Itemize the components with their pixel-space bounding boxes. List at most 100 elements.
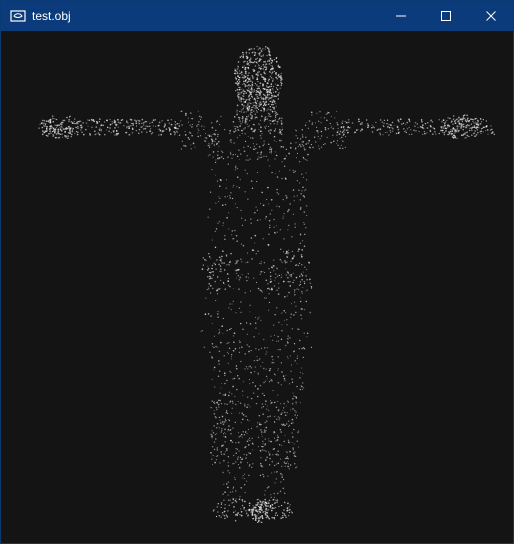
point-cloud-dot (298, 160, 301, 163)
point-cloud-dot (270, 440, 272, 443)
point-cloud-dot (220, 387, 222, 389)
point-cloud-dot (257, 372, 259, 374)
point-cloud-dot (194, 146, 196, 148)
point-cloud-model (38, 45, 496, 524)
point-cloud-dot (337, 144, 339, 146)
point-cloud-dot (197, 132, 199, 134)
point-cloud-dot (244, 484, 246, 486)
3d-viewport[interactable] (1, 31, 513, 543)
point-cloud-dot (245, 55, 248, 58)
point-cloud-dot (299, 208, 302, 210)
point-cloud-dot (244, 122, 246, 124)
point-cloud-dot (462, 114, 465, 117)
point-cloud-dot (71, 130, 74, 133)
point-cloud-dot (267, 475, 269, 478)
point-cloud-dot (264, 94, 267, 97)
point-cloud-dot (216, 432, 218, 434)
point-cloud-dot (88, 119, 91, 121)
point-cloud-dot (237, 71, 239, 73)
point-cloud-dot (268, 113, 271, 116)
point-cloud-dot (218, 370, 221, 372)
point-cloud-dot (287, 502, 289, 505)
point-cloud-dot (298, 248, 300, 251)
minimize-button[interactable] (378, 1, 423, 31)
point-cloud-dot (452, 123, 454, 125)
point-cloud-dot (262, 107, 265, 109)
point-cloud-dot (281, 512, 284, 514)
point-cloud-dot (288, 252, 290, 254)
point-cloud-dot (249, 120, 251, 122)
point-cloud-dot (78, 120, 81, 123)
point-cloud-dot (256, 209, 259, 211)
point-cloud-dot (267, 502, 270, 505)
point-cloud-dot (244, 219, 247, 221)
point-cloud-dot (258, 108, 260, 110)
point-cloud-dot (269, 506, 271, 509)
point-cloud-dot (269, 123, 272, 125)
point-cloud-dot (220, 451, 222, 453)
point-cloud-dot (248, 52, 250, 54)
point-cloud-dot (287, 229, 289, 231)
point-cloud-dot (235, 501, 238, 503)
point-cloud-dot (309, 282, 311, 284)
point-cloud-dot (243, 434, 246, 436)
point-cloud-dot (246, 406, 248, 409)
point-cloud-dot (406, 121, 408, 124)
point-cloud-dot (230, 356, 233, 358)
point-cloud-dot (276, 514, 279, 517)
point-cloud-dot (247, 368, 249, 370)
point-cloud-dot (51, 130, 54, 133)
point-cloud-dot (223, 483, 225, 485)
point-cloud-dot (452, 118, 454, 120)
point-cloud-dot (269, 504, 272, 507)
point-cloud-dot (69, 132, 71, 134)
point-cloud-dot (281, 324, 283, 326)
point-cloud-dot (259, 474, 261, 476)
point-cloud-dot (296, 357, 298, 359)
point-cloud-dot (135, 120, 137, 122)
title-bar[interactable]: test.obj (1, 1, 513, 31)
point-cloud-dot (265, 403, 267, 405)
point-cloud-dot (211, 264, 214, 267)
point-cloud-dot (274, 415, 276, 417)
point-cloud-dot (336, 122, 338, 124)
maximize-button[interactable] (423, 1, 468, 31)
point-cloud-dot (223, 282, 225, 284)
point-cloud-dot (282, 423, 285, 425)
point-cloud-dot (245, 121, 247, 123)
point-cloud-dot (301, 274, 304, 277)
point-cloud-dot (473, 122, 475, 124)
point-cloud-dot (430, 125, 432, 128)
point-cloud-dot (305, 172, 307, 174)
point-cloud-dot (269, 58, 272, 60)
point-cloud-dot (490, 132, 492, 134)
point-cloud-dot (225, 187, 227, 189)
point-cloud-dot (222, 471, 224, 474)
point-cloud-dot (250, 57, 252, 59)
point-cloud-dot (277, 436, 279, 438)
close-button[interactable] (468, 1, 513, 31)
point-cloud-dot (264, 421, 266, 424)
point-cloud-dot (272, 103, 274, 106)
point-cloud-dot (237, 275, 239, 277)
point-cloud-dot (146, 121, 148, 123)
point-cloud-dot (220, 150, 223, 152)
point-cloud-dot (272, 99, 275, 101)
point-cloud-dot (286, 507, 289, 509)
window-controls (378, 1, 513, 31)
point-cloud-dot (240, 510, 243, 513)
point-cloud-dot (77, 131, 79, 133)
point-cloud-dot (299, 377, 301, 379)
point-cloud-dot (264, 431, 266, 433)
point-cloud-dot (246, 261, 249, 263)
point-cloud-dot (220, 506, 222, 508)
point-cloud-dot (50, 127, 52, 130)
point-cloud-dot (205, 137, 208, 139)
point-cloud-dot (270, 129, 272, 131)
point-cloud-dot (283, 157, 286, 160)
point-cloud-dot (228, 307, 230, 309)
point-cloud-dot (253, 359, 255, 362)
point-cloud-dot (264, 438, 266, 440)
point-cloud-dot (473, 125, 476, 127)
point-cloud-dot (256, 73, 258, 76)
